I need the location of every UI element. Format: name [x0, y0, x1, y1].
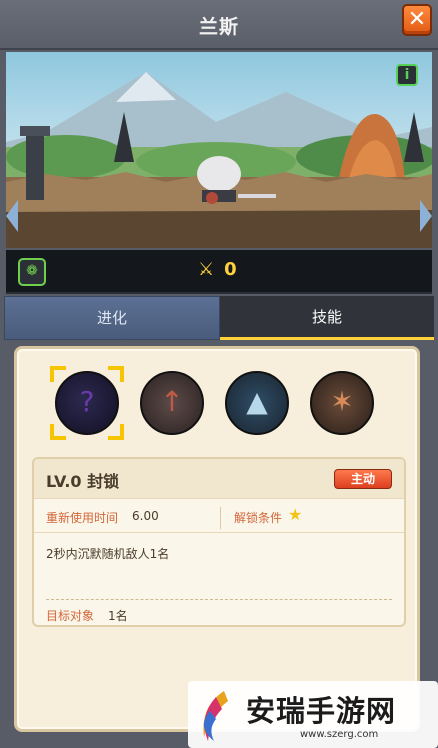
star-icon: ★ — [288, 505, 303, 524]
watermark-url: www.szerg.com — [300, 729, 379, 740]
skill-detail-card: LV.0 封锁 主动 重新使用时间 6.00 解锁条件 ★ 2秒内沉默随机敌人1… — [32, 457, 406, 627]
skill-slot-seal[interactable]: ? — [55, 371, 119, 435]
tab-skills[interactable]: 技能 — [220, 296, 434, 340]
skill-type-badge: 主动 — [334, 469, 392, 489]
next-hero-arrow[interactable] — [420, 200, 432, 232]
skill-detail-header: LV.0 封锁 主动 — [34, 459, 404, 499]
paw-icon: ❁ — [26, 263, 38, 279]
seal-icon: ? — [79, 385, 95, 418]
power-display: ⚔ 0 — [198, 259, 237, 280]
tab-bar: 进化 技能 — [4, 296, 434, 340]
stat-divider — [220, 507, 221, 529]
scene-art — [6, 72, 432, 248]
burst-skill-icon: ✶ — [330, 385, 354, 418]
skill-level: LV.0 — [46, 472, 82, 491]
cooldown-value: 6.00 — [132, 509, 159, 523]
cooldown-label: 重新使用时间 — [46, 511, 119, 525]
skill-slot-3[interactable]: ▲ — [225, 371, 289, 435]
info-button[interactable]: i — [396, 64, 418, 86]
skill-stats-row: 重新使用时间 6.00 解锁条件 ★ — [34, 503, 404, 533]
skill-slot-row: ? ↑ ▲ ✶ — [55, 371, 374, 435]
skill-name: 封锁 — [87, 472, 120, 491]
dashed-divider — [46, 599, 392, 600]
target-value: 1名 — [108, 609, 128, 623]
shark-skill-icon: ▲ — [246, 385, 268, 418]
skill-title: LV.0 封锁 — [46, 468, 119, 492]
info-icon: i — [404, 67, 410, 83]
unlock-label: 解锁条件 — [234, 511, 283, 525]
skill-description: 2秒内沉默随机敌人1名 — [46, 547, 170, 561]
title-bar: 兰斯 ✕ — [0, 0, 438, 50]
watermark: 安瑞手游网 www.szerg.com — [188, 681, 438, 748]
target-label: 目标对象 — [46, 609, 95, 623]
close-button[interactable]: ✕ — [402, 4, 432, 36]
pet-button[interactable]: ❁ — [18, 258, 46, 286]
power-value: 0 — [224, 259, 237, 280]
crossed-swords-icon: ⚔ — [198, 259, 215, 280]
page-title: 兰斯 — [198, 16, 239, 38]
skill-slot-2[interactable]: ↑ — [140, 371, 204, 435]
sword-skill-icon: ↑ — [160, 385, 184, 418]
skill-slot-4[interactable]: ✶ — [310, 371, 374, 435]
hero-scene: i — [6, 52, 432, 248]
watermark-title: 安瑞手游网 — [246, 694, 397, 728]
skill-panel: ? ↑ ▲ ✶ LV.0 封锁 主动 重新使用时间 6.00 解锁条件 ★ 2秒… — [14, 346, 420, 732]
close-x-icon: ✕ — [407, 7, 427, 32]
tab-evolution[interactable]: 进化 — [4, 296, 220, 340]
watermark-logo-icon — [203, 691, 228, 741]
stat-bar: ❁ ⚔ 0 — [6, 250, 432, 294]
prev-hero-arrow[interactable] — [6, 200, 18, 232]
